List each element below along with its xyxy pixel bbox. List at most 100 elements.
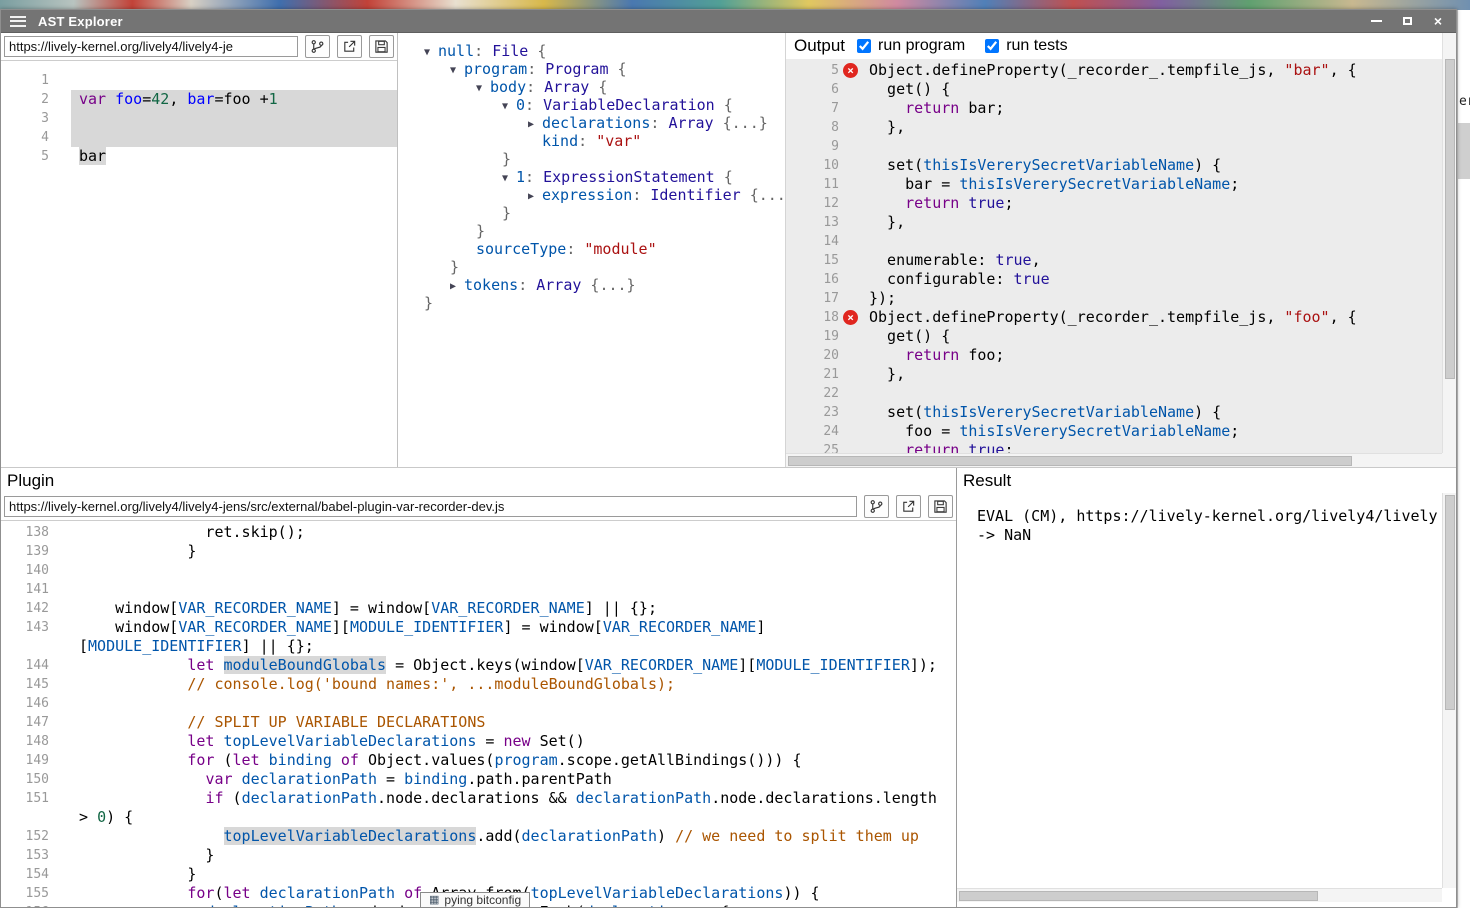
- code-text: [71, 561, 956, 580]
- error-icon[interactable]: ×: [843, 310, 858, 325]
- save-button[interactable]: [928, 495, 953, 518]
- code-token: [79, 656, 187, 674]
- line-number: 4: [1, 128, 49, 147]
- code-text: }: [71, 846, 956, 865]
- code-token: thisIsVererySecretVariableName: [959, 175, 1230, 193]
- output-horizontal-scrollbar[interactable]: [786, 453, 1442, 467]
- open-external-button[interactable]: [337, 35, 362, 58]
- result-horizontal-scrollbar[interactable]: [957, 888, 1442, 902]
- scrollbar-thumb[interactable]: [1445, 59, 1455, 379]
- ast-tree[interactable]: ▼null: File {▼program: Program {▼body: A…: [398, 33, 785, 312]
- source-url-input[interactable]: [4, 36, 298, 57]
- code-token: ) {: [1194, 403, 1221, 421]
- maximize-icon: [1403, 17, 1412, 25]
- error-slot: [839, 327, 863, 346]
- code-line: 143 window[VAR_RECORDER_NAME][MODULE_IDE…: [1, 618, 956, 637]
- line-number: 1: [1, 71, 49, 90]
- plugin-title: Plugin: [1, 468, 956, 493]
- run-program-checkbox[interactable]: [857, 39, 871, 53]
- code-token: :: [474, 42, 492, 60]
- result-vertical-scrollbar[interactable]: [1442, 493, 1456, 888]
- open-external-button[interactable]: [896, 495, 921, 518]
- result-line: -> NaN: [977, 526, 1448, 545]
- ast-node-line: }: [398, 294, 785, 312]
- source-code-editor[interactable]: 12var foo=42, bar=foo +1345bar: [1, 61, 397, 467]
- code-token: {...}: [741, 186, 786, 204]
- line-number: 138: [1, 523, 49, 542]
- expand-arrow-icon[interactable]: ▶: [528, 116, 542, 134]
- code-line: 153 }: [1, 846, 956, 865]
- plugin-url-input[interactable]: [4, 496, 857, 517]
- output-header: Output run program run tests: [786, 33, 1456, 59]
- code-token: return: [905, 194, 959, 212]
- line-number: 149: [1, 751, 49, 770]
- code-token: =: [377, 770, 404, 788]
- window-titlebar[interactable]: AST Explorer ×: [1, 10, 1456, 33]
- code-token: foo =: [869, 422, 959, 440]
- code-token: 1: [269, 90, 278, 108]
- scrollbar-thumb[interactable]: [1445, 495, 1455, 710]
- code-token: declarationPath: [242, 770, 377, 788]
- minimize-button[interactable]: [1363, 12, 1389, 30]
- line-number: 13: [786, 213, 839, 232]
- code-token: [395, 884, 404, 902]
- code-token: ] || {};: [585, 599, 657, 617]
- error-slot: [839, 403, 863, 422]
- code-token: window[: [79, 618, 178, 636]
- line-number: 20: [786, 346, 839, 365]
- version-branch-button[interactable]: [305, 35, 330, 58]
- code-token: [251, 884, 260, 902]
- code-token: "module": [584, 240, 656, 258]
- background-window-titlebar-fragment[interactable]: ▦ pying bitconfig: [420, 892, 530, 908]
- maximize-button[interactable]: [1394, 12, 1420, 30]
- plugin-code-editor[interactable]: 138 ret.skip();139 }140141142 window[VAR…: [1, 521, 956, 907]
- ast-node-line: ▼0: VariableDeclaration {: [398, 96, 785, 114]
- line-number: 14: [786, 232, 839, 251]
- save-button[interactable]: [369, 35, 394, 58]
- version-branch-button[interactable]: [864, 495, 889, 518]
- output-vertical-scrollbar[interactable]: [1442, 33, 1456, 453]
- code-token: VAR_RECORDER_NAME: [178, 618, 332, 636]
- code-token: [79, 770, 205, 788]
- line-number: 8: [786, 118, 839, 137]
- code-token: declaration: [585, 903, 684, 907]
- code-token: true: [1014, 270, 1050, 288]
- run-tests-checkbox[interactable]: [985, 39, 999, 53]
- collapse-arrow-icon[interactable]: ▼: [476, 80, 490, 98]
- code-token: },: [869, 365, 905, 383]
- code-text: // console.log('bound names:', ...module…: [71, 675, 956, 694]
- code-token: return: [905, 346, 959, 364]
- code-token: declarationPath: [522, 827, 657, 845]
- code-line: 140: [1, 561, 956, 580]
- code-token: [79, 675, 187, 693]
- collapse-arrow-icon[interactable]: ▼: [450, 62, 464, 80]
- code-token: // console.log('bound names:', ...module…: [187, 675, 675, 693]
- collapse-arrow-icon[interactable]: ▼: [424, 44, 438, 62]
- code-token: ,: [1032, 251, 1041, 269]
- scrollbar-thumb[interactable]: [788, 456, 1352, 466]
- error-icon[interactable]: ×: [843, 63, 858, 78]
- collapse-arrow-icon[interactable]: ▼: [502, 98, 516, 116]
- line-number: 154: [1, 865, 49, 884]
- collapse-arrow-icon[interactable]: ▼: [502, 170, 516, 188]
- source-panel: 12var foo=42, bar=foo +1345bar: [1, 33, 398, 467]
- expand-arrow-icon[interactable]: ▶: [450, 278, 464, 296]
- code-token: [79, 884, 187, 902]
- scrollbar-thumb[interactable]: [959, 891, 1318, 901]
- code-text: [71, 128, 397, 147]
- code-token: 0: [97, 808, 106, 826]
- close-icon: ×: [1434, 14, 1442, 28]
- error-slot: [839, 365, 863, 384]
- output-title: Output: [794, 36, 845, 56]
- close-button[interactable]: ×: [1425, 12, 1451, 30]
- expand-arrow-icon[interactable]: ▶: [528, 188, 542, 206]
- code-line: 21 },: [786, 365, 1456, 384]
- menu-icon[interactable]: [10, 16, 26, 27]
- output-code[interactable]: 5×Object.defineProperty(_recorder_.tempf…: [786, 59, 1456, 453]
- code-token: 0: [516, 96, 525, 114]
- code-text: enumerable: true,: [863, 251, 1456, 270]
- code-token: let: [187, 732, 214, 750]
- window-title-fragment: pying bitconfig: [444, 893, 521, 907]
- plugin-url-row: [1, 493, 956, 521]
- code-token: get() {: [869, 327, 950, 345]
